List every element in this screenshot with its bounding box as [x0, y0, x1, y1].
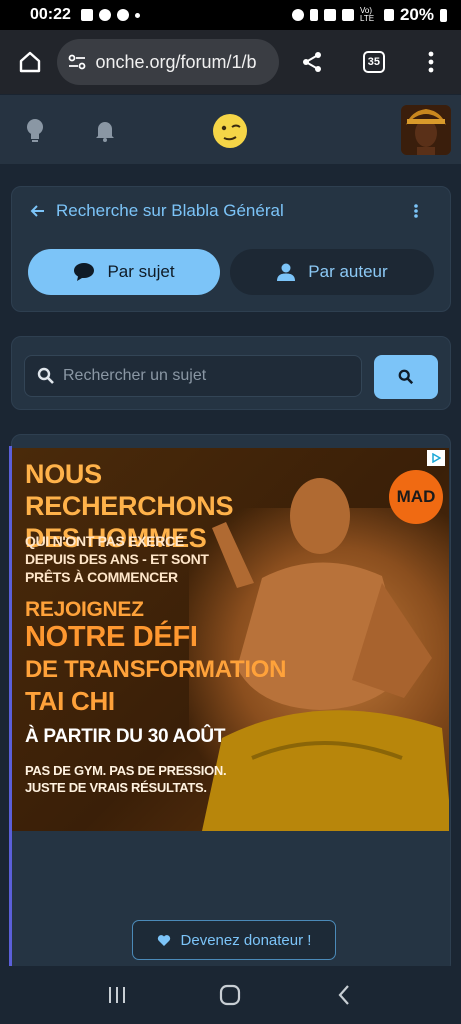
- signal-icon: [383, 9, 394, 21]
- back-nav-button[interactable]: [324, 975, 364, 1015]
- avatar-image: [401, 105, 451, 155]
- tab-par-sujet-label: Par sujet: [107, 262, 175, 281]
- search-input[interactable]: [63, 367, 333, 385]
- search-card: [11, 336, 451, 410]
- ad-date: À PARTIR DU 30 AOÛT: [25, 726, 226, 747]
- telegram-icon: [98, 9, 111, 21]
- facebook-icon: [80, 9, 93, 21]
- onche-logo[interactable]: [212, 113, 248, 149]
- page-title[interactable]: Recherche sur Blabla Général: [56, 201, 284, 221]
- ad-brand-badge: MAD: [389, 470, 443, 524]
- ad-footer: PAS DE GYM. PAS DE PRESSION. JUSTE DE VR…: [25, 763, 227, 795]
- site-settings-icon[interactable]: [67, 52, 87, 72]
- site-header: [0, 94, 461, 164]
- home-circle-icon: [220, 984, 241, 1006]
- battery-icon: [440, 8, 447, 22]
- messenger-icon: [116, 9, 129, 21]
- status-time: 00:22: [30, 6, 71, 23]
- search-icon: [398, 369, 414, 385]
- card-menu-button[interactable]: [406, 201, 426, 221]
- url-text: onche.org/forum/1/b: [95, 51, 257, 72]
- share-icon: [303, 52, 322, 72]
- tabs-button[interactable]: 35: [354, 42, 393, 82]
- wifi-icon: [341, 9, 354, 21]
- ad-defi: NOTRE DÉFI: [25, 621, 198, 653]
- recent-apps-button[interactable]: [97, 975, 137, 1015]
- lightbulb-icon: [27, 118, 43, 142]
- search-mode-card: Recherche sur Blabla Général Par sujet P…: [11, 186, 451, 312]
- page-content: Recherche sur Blabla Général Par sujet P…: [0, 164, 461, 974]
- heart-icon: [157, 934, 170, 946]
- ad-choices-icon[interactable]: [427, 450, 445, 466]
- alarm-icon: [291, 9, 304, 21]
- battery-level: 20%: [399, 5, 434, 24]
- url-bar[interactable]: onche.org/forum/1/b: [57, 39, 279, 85]
- tab-par-sujet[interactable]: Par sujet: [28, 249, 220, 295]
- mute-icon: [323, 9, 336, 21]
- ad-join: REJOIGNEZ: [25, 598, 144, 621]
- user-avatar[interactable]: [401, 105, 451, 155]
- network-label: Vo) LTE: [359, 6, 375, 23]
- tab-count: 35: [362, 51, 385, 73]
- more-vert-icon: [414, 204, 418, 218]
- back-chevron-icon: [338, 985, 349, 1005]
- bell-icon: [96, 121, 114, 142]
- recent-apps-icon: [108, 987, 125, 1003]
- ad-taichi: TAI CHI: [25, 686, 115, 716]
- search-submit-button[interactable]: [374, 355, 438, 399]
- browser-menu-button[interactable]: [412, 42, 451, 82]
- ad-transformation: DE TRANSFORMATION: [25, 656, 287, 683]
- person-icon: [277, 263, 296, 281]
- status-right: Vo) LTE 20%: [291, 5, 447, 25]
- donate-label: Devenez donateur !: [180, 931, 312, 949]
- back-arrow-icon[interactable]: [30, 203, 46, 219]
- home-nav-button[interactable]: [210, 975, 250, 1015]
- ad-subline: QUI N'ONT PAS EXERCÉ DEPUIS DES ANS - ET…: [25, 533, 209, 585]
- chat-bubble-icon: [74, 263, 95, 281]
- smiley-logo-icon: [213, 114, 247, 148]
- home-button[interactable]: [10, 42, 49, 82]
- donate-button[interactable]: Devenez donateur !: [132, 920, 336, 960]
- bluetooth-icon: [309, 9, 318, 21]
- search-icon: [37, 367, 54, 384]
- more-notifications-icon: [134, 12, 140, 18]
- advertisement[interactable]: MAD NOUS RECHERCHONS DES HOMMES QUI N'ON…: [12, 448, 449, 831]
- tab-par-auteur[interactable]: Par auteur: [230, 249, 434, 295]
- search-field[interactable]: [24, 355, 362, 397]
- home-icon: [19, 51, 40, 73]
- more-vert-icon: [428, 51, 434, 73]
- tab-par-auteur-label: Par auteur: [308, 262, 388, 281]
- notifications-button[interactable]: [90, 115, 120, 145]
- notification-icons: [80, 9, 140, 21]
- share-button[interactable]: [293, 42, 332, 82]
- system-nav-bar: [0, 966, 461, 1024]
- card-header: Recherche sur Blabla Général: [30, 201, 284, 221]
- status-bar: 00:22 Vo) LTE 20%: [0, 0, 461, 30]
- lightbulb-button[interactable]: [20, 115, 50, 145]
- browser-toolbar: onche.org/forum/1/b 35: [0, 30, 461, 94]
